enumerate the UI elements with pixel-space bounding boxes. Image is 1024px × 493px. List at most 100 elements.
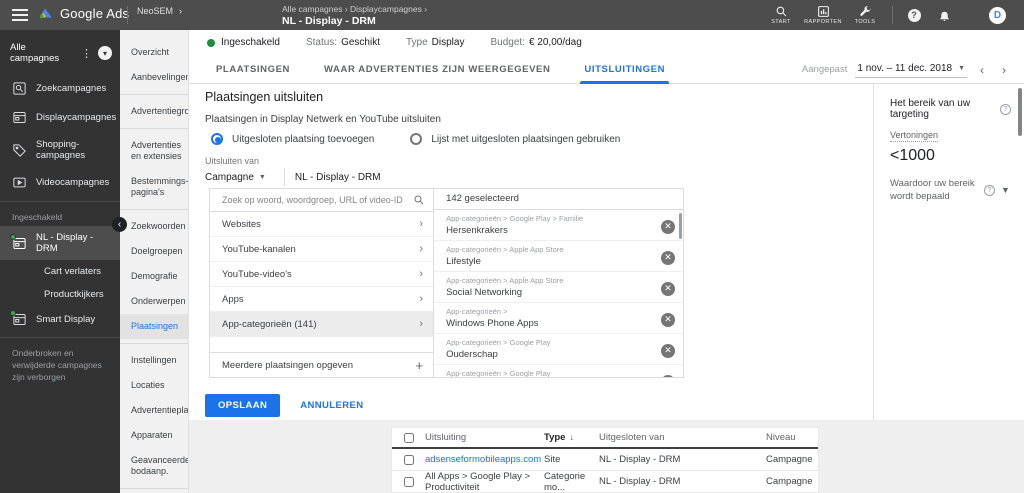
chevron-right-icon: › (419, 243, 423, 255)
cancel-button[interactable]: ANNULEREN (300, 400, 363, 411)
nav-item-geavanceerde-bodaanp[interactable]: Geavanceerde bodaanp. (120, 448, 188, 484)
campaign-type: Type Display (406, 37, 464, 48)
nav-item-doelgroepen[interactable]: Doelgroepen (120, 239, 188, 264)
campaign-item-productkijkers[interactable]: Productkijkers (0, 283, 120, 306)
reach-expander[interactable]: Waardoor uw bereik wordt bepaald ? ▼ (890, 177, 1011, 203)
campaign-item-nl-display-drm[interactable]: NL - Display - DRM (0, 226, 120, 260)
nav-item-apparaten[interactable]: Apparaten (120, 423, 188, 448)
tab-uitsluitingen[interactable]: UITSLUITINGEN (584, 55, 665, 84)
row-checkbox[interactable] (404, 455, 414, 465)
nav-item-zoekwoorden[interactable]: Zoekwoorden (120, 214, 188, 239)
category-websites[interactable]: Websites› (210, 212, 433, 237)
date-range-value[interactable]: 1 nov. – 11 dec. 2018 ▼ (855, 61, 967, 78)
exclusion-link[interactable]: adsenseformobileapps.com (425, 454, 544, 465)
nav-item-overzicht[interactable]: Overzicht (120, 40, 188, 65)
category-app-categorieen[interactable]: App-categorieën (141)› (210, 312, 433, 337)
breadcrumb-path: Alle campagnes › Displaycampagnes › (282, 3, 427, 15)
exclusion-mode-radios: Uitgesloten plaatsing toevoegen Lijst me… (211, 133, 620, 145)
sidebar-item-shopping-campagnes[interactable]: Shopping-campagnes (0, 132, 120, 168)
nav-divider (120, 94, 188, 95)
category-youtube-videos[interactable]: YouTube-video's› (210, 262, 433, 287)
nav-item-onderwerpen[interactable]: Onderwerpen (120, 289, 188, 314)
remove-icon[interactable]: ✕ (661, 313, 675, 327)
column-header-uitgesloten-van[interactable]: Uitgesloten van (599, 432, 766, 443)
placement-picker-panel: Websites› YouTube-kanalen› YouTube-video… (209, 188, 684, 378)
campaign-item-cart-verlaters[interactable]: Cart verlaters (0, 260, 120, 283)
exclusion-name[interactable]: All Apps > Google Play > Productiviteit (425, 471, 544, 493)
radio-add-excluded-placement[interactable]: Uitgesloten plaatsing toevoegen (211, 133, 374, 145)
placement-path: App-categorieën > Apple App Store (446, 245, 563, 255)
next-period-button[interactable]: › (997, 63, 1011, 77)
selected-placement-row: App-categorieën > Google Play > Familie … (434, 210, 683, 241)
placement-name: Lifestyle (446, 255, 563, 268)
help-icon[interactable]: ? (1000, 104, 1011, 115)
more-options-icon[interactable]: ⋮ (75, 47, 98, 60)
previous-period-button[interactable]: ‹ (975, 63, 989, 77)
column-header-niveau[interactable]: Niveau (766, 432, 818, 443)
account-switcher[interactable]: NeoSEM › (137, 6, 182, 16)
avatar[interactable]: D (989, 7, 1006, 24)
remove-icon[interactable]: ✕ (661, 251, 675, 265)
search-button[interactable]: START (760, 5, 802, 25)
campaign-budget[interactable]: Budget: € 20,00/dag (490, 37, 581, 48)
placement-path: App-categorieën > Apple App Store (446, 276, 563, 286)
menu-icon[interactable] (12, 9, 28, 21)
exclude-from-campaign-name: NL - Display - DRM (295, 172, 381, 183)
column-header-type[interactable]: Type↓ (544, 432, 599, 443)
tab-plaatsingen[interactable]: PLAATSINGEN (216, 55, 290, 84)
help-icon: ? (908, 9, 921, 22)
notifications-button[interactable] (929, 9, 959, 22)
placement-search-input[interactable] (222, 195, 407, 205)
tools-button[interactable]: TOOLS (844, 5, 886, 25)
remove-icon[interactable]: ✕ (661, 220, 675, 234)
row-checkbox[interactable] (404, 477, 414, 487)
add-multiple-placements-button[interactable]: Meerdere plaatsingen opgeven+ (210, 352, 433, 377)
radio-use-exclusion-list[interactable]: Lijst met uitgesloten plaatsingen gebrui… (410, 133, 620, 145)
reach-title: Het bereik van uw targeting (890, 98, 994, 120)
nav-item-plaatsingen[interactable]: Plaatsingen (120, 314, 188, 339)
nav-item-bestemmingspaginas[interactable]: Bestemmings-pagina's (120, 169, 188, 205)
nav-item-advertenties-en-extensies[interactable]: Advertenties en extensies (120, 133, 188, 169)
remove-icon[interactable]: ✕ (661, 375, 675, 377)
impressions-label[interactable]: Vertoningen (890, 130, 938, 142)
nav-item-aanbevelingen[interactable]: Aanbevelingen (120, 65, 188, 90)
breadcrumb[interactable]: Alle campagnes › Displaycampagnes › NL -… (282, 3, 427, 27)
help-button[interactable]: ? (899, 9, 929, 22)
campaign-sidebar-title: Alle campagnes (10, 42, 75, 64)
collapse-all-icon[interactable]: ▾ (98, 46, 112, 60)
table-header-row: Uitsluiting Type↓ Uitgesloten van Niveau (392, 428, 818, 449)
nav-item-advertentiegroepen[interactable]: Advertentiegroepen (120, 99, 188, 124)
sidebar-item-displaycampagnes[interactable]: Displaycampagnes (0, 103, 120, 132)
campaign-status-enabled[interactable]: Ingeschakeld (207, 37, 280, 48)
scrollbar-thumb[interactable] (1018, 88, 1022, 136)
sidebar-item-videocampagnes[interactable]: Videocampagnes (0, 168, 120, 197)
exclude-from-dropdown[interactable]: Campagne ▼ (205, 172, 266, 183)
product-name: Google Ads (60, 6, 129, 21)
nav-item-locaties[interactable]: Locaties (120, 373, 188, 398)
category-youtube-kanalen[interactable]: YouTube-kanalen› (210, 237, 433, 262)
column-header-uitsluiting[interactable]: Uitsluiting (425, 432, 544, 443)
display-campaign-icon (12, 312, 27, 327)
bar-chart-icon (817, 5, 830, 18)
scrollbar-thumb[interactable] (679, 213, 682, 239)
select-all-checkbox[interactable] (404, 433, 414, 443)
tab-waar-advertenties-zijn-weergegeven[interactable]: WAAR ADVERTENTIES ZIJN WEERGEGEVEN (324, 55, 550, 84)
campaign-item-smart-display[interactable]: Smart Display (0, 306, 120, 333)
help-icon: ? (984, 185, 995, 196)
exclusions-table: Uitsluiting Type↓ Uitgesloten van Niveau… (391, 427, 819, 493)
topbar-divider (127, 6, 128, 24)
remove-icon[interactable]: ✕ (661, 282, 675, 296)
nav-item-demografie[interactable]: Demografie (120, 264, 188, 289)
nav-item-advertentieplanning[interactable]: Advertentieplanning (120, 398, 188, 423)
google-ads-logo[interactable]: Google Ads (38, 5, 129, 21)
reports-button[interactable]: RAPPORTEN (802, 5, 844, 25)
hidden-campaigns-note: Onderbroken en verwijderde campagnes zij… (0, 337, 120, 392)
category-apps[interactable]: Apps› (210, 287, 433, 312)
save-button[interactable]: OPSLAAN (205, 394, 280, 417)
collapse-sidebar-button[interactable]: ‹ (112, 217, 127, 232)
remove-icon[interactable]: ✕ (661, 344, 675, 358)
selected-placements-list: App-categorieën > Google Play > Familie … (434, 210, 683, 377)
nav-item-instellingen[interactable]: Instellingen (120, 348, 188, 373)
editor-actions: OPSLAAN ANNULEREN (205, 394, 364, 417)
sidebar-item-zoekcampagnes[interactable]: Zoekcampagnes (0, 74, 120, 103)
